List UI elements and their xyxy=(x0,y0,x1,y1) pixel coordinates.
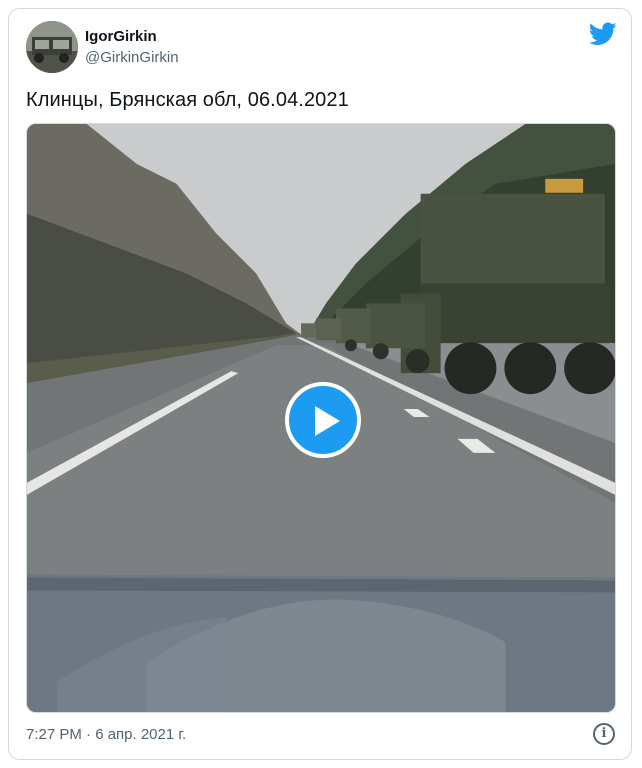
author-name[interactable]: IgorGirkin xyxy=(85,28,157,45)
play-button[interactable] xyxy=(285,382,361,458)
twitter-bird-icon[interactable] xyxy=(589,22,617,46)
play-icon xyxy=(315,406,340,436)
video-player[interactable] xyxy=(26,123,616,713)
info-glyph: i xyxy=(601,726,607,741)
avatar[interactable] xyxy=(26,21,78,73)
avatar-image xyxy=(26,21,78,73)
info-icon[interactable]: i xyxy=(593,723,615,745)
author-handle[interactable]: @GirkinGirkin xyxy=(85,49,179,66)
tweet-timestamp[interactable]: 7:27 PM · 6 апр. 2021 г. xyxy=(26,726,186,743)
tweet-card: IgorGirkin @GirkinGirkin Клинцы, Брянска… xyxy=(8,8,632,760)
tweet-text: Клинцы, Брянская обл, 06.04.2021 xyxy=(26,89,349,111)
